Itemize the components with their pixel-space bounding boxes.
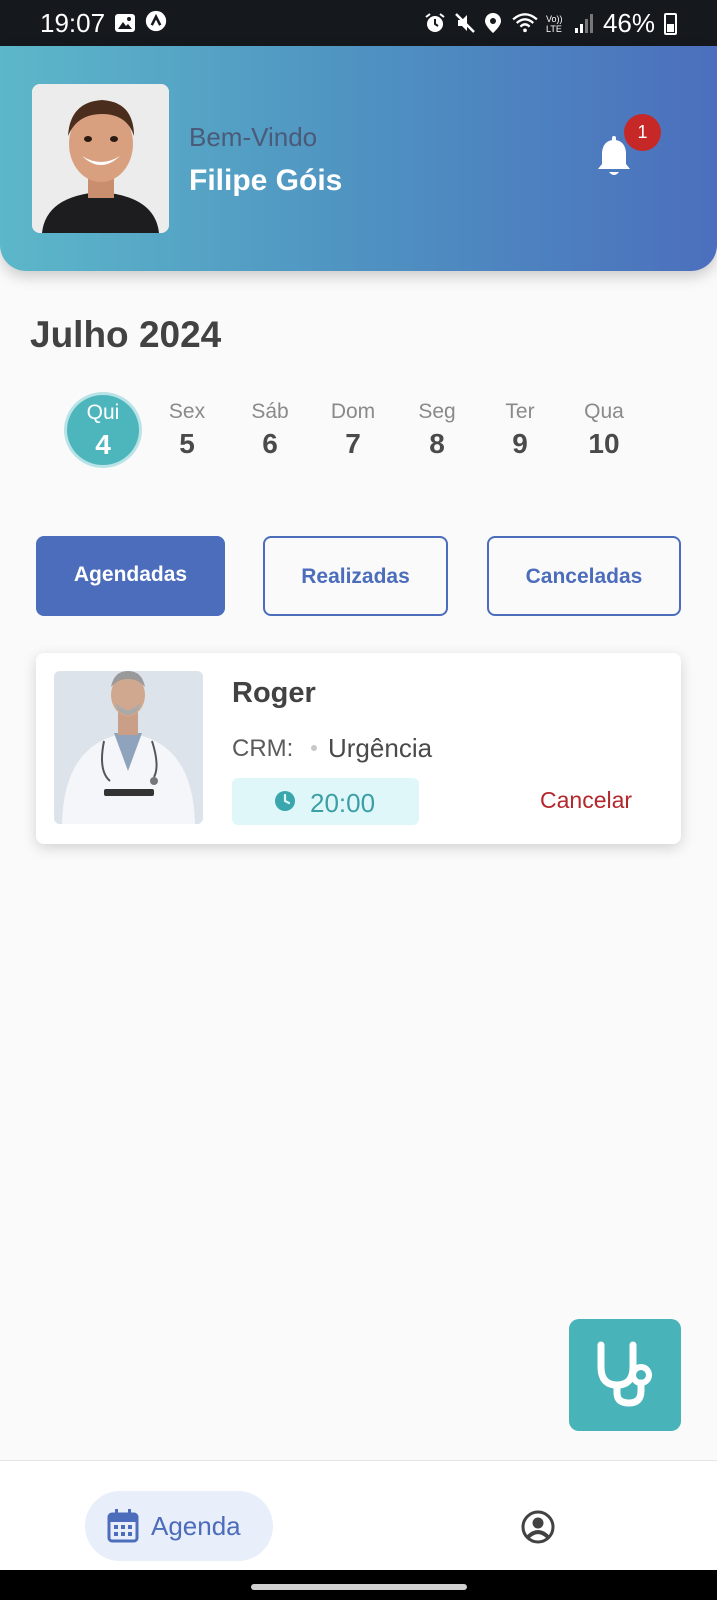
wifi-icon — [512, 13, 538, 33]
user-avatar[interactable] — [32, 84, 169, 233]
filter-cancelled-button[interactable]: Canceladas — [487, 536, 681, 616]
separator-dot — [311, 745, 317, 751]
day-number: 9 — [512, 428, 528, 459]
system-gesture-bar — [0, 1570, 717, 1600]
battery-level: 46% — [602, 8, 655, 38]
volte-icon: Vo))LTE — [546, 14, 563, 34]
day-number: 6 — [262, 428, 278, 459]
day-name: Qua — [584, 400, 624, 423]
clock-icon — [275, 791, 295, 811]
day-name: Qui — [86, 401, 120, 424]
appointment-time-badge: 20:00 — [232, 778, 419, 825]
stethoscope-icon — [597, 1341, 652, 1407]
user-name: Filipe Góis — [189, 164, 343, 197]
day-number: 4 — [95, 429, 111, 460]
month-title: Julho 2024 — [30, 314, 222, 355]
day-name: Ter — [505, 400, 535, 423]
svg-text:LTE: LTE — [546, 24, 562, 34]
location-icon — [485, 13, 501, 33]
day-number: 10 — [588, 428, 620, 459]
alarm-icon — [425, 13, 445, 32]
day-number: 5 — [179, 428, 195, 459]
status-bar: 19:07 Vo)) LTE 46% — [0, 0, 717, 46]
day-item[interactable]: Qua 10 — [565, 392, 643, 468]
day-number: 8 — [429, 428, 445, 459]
signal-icon — [575, 14, 593, 33]
bottom-navigation: Agenda — [0, 1460, 717, 1570]
nav-agenda-tab[interactable]: Agenda — [85, 1491, 273, 1561]
gallery-icon — [115, 14, 135, 32]
day-name: Dom — [330, 400, 376, 423]
mute-icon — [455, 13, 475, 33]
doctor-name: Roger — [232, 677, 316, 709]
filter-scheduled-button[interactable]: Agendadas — [36, 536, 225, 616]
day-name: Seg — [418, 400, 456, 423]
day-item[interactable]: Ter 9 — [481, 392, 559, 468]
doctor-photo — [54, 671, 203, 824]
notification-badge: 1 — [624, 114, 661, 151]
specialty: Urgência — [328, 733, 433, 763]
crm-label: CRM: — [232, 735, 294, 762]
appointment-card[interactable]: Roger CRM: Urgência 20:00 Cancelar — [36, 653, 681, 844]
home-indicator[interactable] — [251, 1584, 467, 1590]
profile-header: Bem-Vindo Filipe Góis 1 — [0, 46, 717, 271]
day-item-selected[interactable]: Qui 4 — [64, 392, 142, 468]
day-item[interactable]: Seg 8 — [398, 392, 476, 468]
filter-done-button[interactable]: Realizadas — [263, 536, 448, 616]
nav-agenda-label: Agenda — [151, 1511, 241, 1541]
profile-icon[interactable] — [520, 1509, 556, 1545]
battery-icon — [664, 13, 677, 35]
day-item[interactable]: Dom 7 — [314, 392, 392, 468]
day-name: Sáb — [251, 400, 289, 423]
svg-text:Vo)): Vo)) — [546, 14, 563, 24]
cancel-appointment-button[interactable]: Cancelar — [540, 787, 632, 814]
new-appointment-fab[interactable] — [569, 1319, 681, 1431]
calendar-icon — [107, 1509, 139, 1543]
date-selector: Qui 4 Sex 5 Sáb 6 Dom 7 Seg 8 Ter 9 Qua … — [64, 392, 644, 468]
app-notification-icon — [145, 10, 167, 32]
welcome-text: Bem-Vindo — [189, 122, 318, 152]
day-number: 7 — [345, 428, 361, 459]
day-name: Sex — [168, 400, 206, 423]
appointment-time: 20:00 — [310, 788, 376, 818]
day-item[interactable]: Sex 5 — [148, 392, 226, 468]
day-item[interactable]: Sáb 6 — [231, 392, 309, 468]
status-time: 19:07 — [40, 8, 106, 38]
